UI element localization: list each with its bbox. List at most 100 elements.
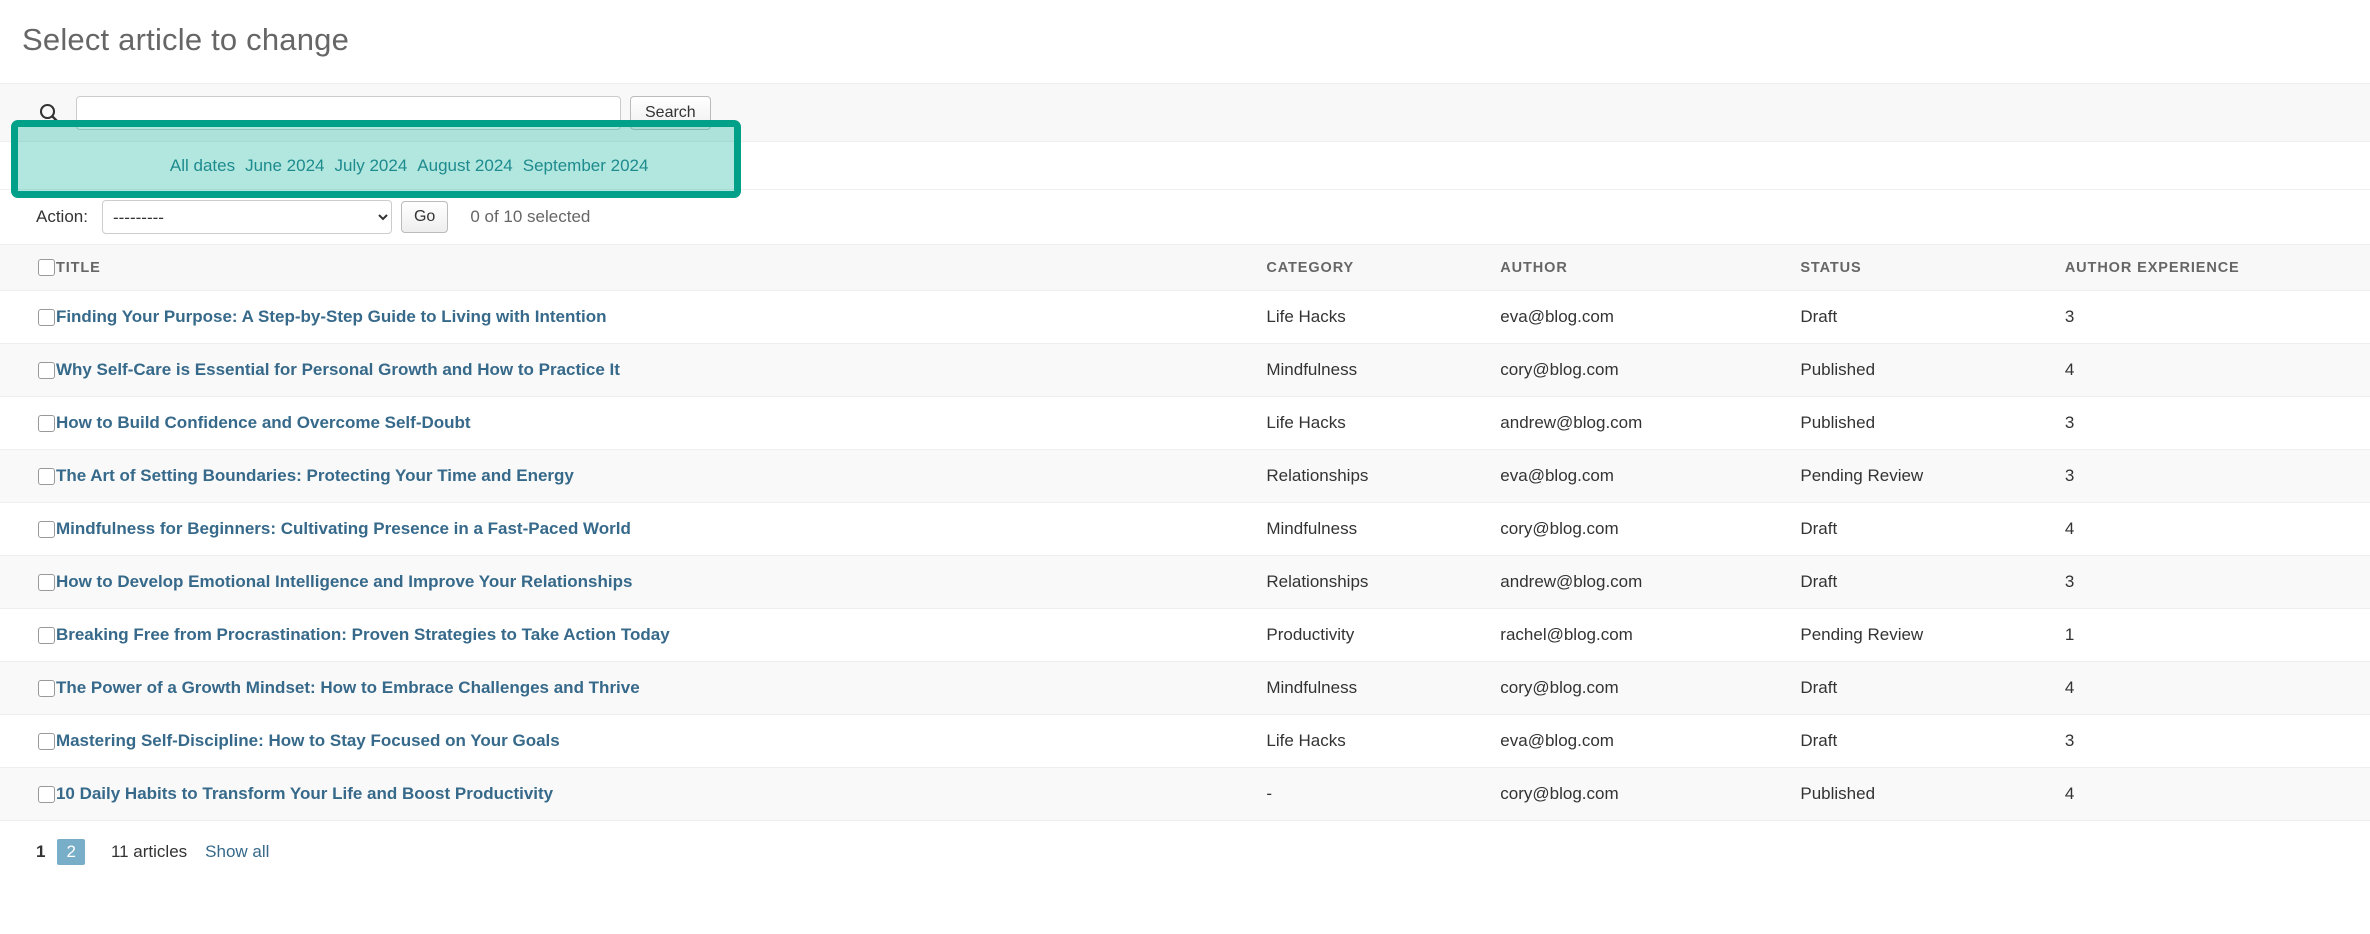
row-status-cell: Pending Review bbox=[1800, 450, 2064, 503]
row-author-cell: cory@blog.com bbox=[1500, 662, 1800, 715]
table-row: Why Self-Care is Essential for Personal … bbox=[0, 344, 2370, 397]
row-checkbox[interactable] bbox=[38, 786, 55, 803]
row-select-cell bbox=[0, 768, 56, 821]
row-title-cell: Mastering Self-Discipline: How to Stay F… bbox=[56, 715, 1266, 768]
row-experience-cell: 3 bbox=[2065, 291, 2370, 344]
row-select-cell bbox=[0, 397, 56, 450]
article-title-link[interactable]: The Art of Setting Boundaries: Protectin… bbox=[56, 466, 574, 485]
row-checkbox[interactable] bbox=[38, 415, 55, 432]
row-checkbox[interactable] bbox=[38, 362, 55, 379]
article-title-link[interactable]: How to Develop Emotional Intelligence an… bbox=[56, 572, 633, 591]
row-checkbox[interactable] bbox=[38, 680, 55, 697]
article-title-link[interactable]: 10 Daily Habits to Transform Your Life a… bbox=[56, 784, 553, 803]
row-experience-cell: 3 bbox=[2065, 450, 2370, 503]
date-filter-july-2024[interactable]: July 2024 bbox=[335, 156, 408, 176]
table-row: Mastering Self-Discipline: How to Stay F… bbox=[0, 715, 2370, 768]
row-select-cell bbox=[0, 503, 56, 556]
row-category-cell: Relationships bbox=[1266, 556, 1500, 609]
row-category-cell: Life Hacks bbox=[1266, 397, 1500, 450]
article-title-link[interactable]: Why Self-Care is Essential for Personal … bbox=[56, 360, 620, 379]
table-row: How to Develop Emotional Intelligence an… bbox=[0, 556, 2370, 609]
row-title-cell: How to Develop Emotional Intelligence an… bbox=[56, 556, 1266, 609]
table-head: TITLE CATEGORY AUTHOR STATUS AUTHOR EXPE… bbox=[0, 245, 2370, 291]
select-all-checkbox[interactable] bbox=[38, 259, 55, 276]
date-filter-all-dates[interactable]: All dates bbox=[170, 156, 235, 176]
article-title-link[interactable]: Mindfulness for Beginners: Cultivating P… bbox=[56, 519, 631, 538]
row-checkbox[interactable] bbox=[38, 627, 55, 644]
search-button[interactable]: Search bbox=[630, 96, 711, 130]
search-icon bbox=[34, 102, 64, 124]
action-bar: Action: --------- Go 0 of 10 selected bbox=[0, 190, 2370, 244]
selection-count: 0 of 10 selected bbox=[470, 207, 590, 227]
row-experience-cell: 3 bbox=[2065, 556, 2370, 609]
row-author-cell: rachel@blog.com bbox=[1500, 609, 1800, 662]
table-row: Breaking Free from Procrastination: Prov… bbox=[0, 609, 2370, 662]
action-select[interactable]: --------- bbox=[102, 200, 392, 234]
article-title-link[interactable]: Mastering Self-Discipline: How to Stay F… bbox=[56, 731, 560, 750]
row-experience-cell: 3 bbox=[2065, 397, 2370, 450]
row-checkbox[interactable] bbox=[38, 574, 55, 591]
row-category-cell: Mindfulness bbox=[1266, 503, 1500, 556]
table-row: How to Build Confidence and Overcome Sel… bbox=[0, 397, 2370, 450]
row-title-cell: How to Build Confidence and Overcome Sel… bbox=[56, 397, 1266, 450]
article-title-link[interactable]: How to Build Confidence and Overcome Sel… bbox=[56, 413, 471, 432]
column-header-category[interactable]: CATEGORY bbox=[1266, 245, 1500, 291]
row-experience-cell: 3 bbox=[2065, 715, 2370, 768]
row-status-cell: Draft bbox=[1800, 503, 2064, 556]
column-header-author[interactable]: AUTHOR bbox=[1500, 245, 1800, 291]
row-title-cell: Finding Your Purpose: A Step-by-Step Gui… bbox=[56, 291, 1266, 344]
date-filter-june-2024[interactable]: June 2024 bbox=[245, 156, 324, 176]
row-checkbox[interactable] bbox=[38, 733, 55, 750]
search-input[interactable] bbox=[76, 96, 621, 130]
row-select-cell bbox=[0, 662, 56, 715]
page-link-1[interactable]: 1 bbox=[36, 842, 45, 862]
row-category-cell: Life Hacks bbox=[1266, 715, 1500, 768]
row-experience-cell: 4 bbox=[2065, 662, 2370, 715]
row-category-cell: Productivity bbox=[1266, 609, 1500, 662]
row-select-cell bbox=[0, 609, 56, 662]
row-status-cell: Published bbox=[1800, 397, 2064, 450]
action-label: Action: bbox=[36, 207, 88, 227]
article-title-link[interactable]: The Power of a Growth Mindset: How to Em… bbox=[56, 678, 640, 697]
row-title-cell: The Art of Setting Boundaries: Protectin… bbox=[56, 450, 1266, 503]
article-title-link[interactable]: Finding Your Purpose: A Step-by-Step Gui… bbox=[56, 307, 607, 326]
date-filter-august-2024[interactable]: August 2024 bbox=[417, 156, 512, 176]
article-title-link[interactable]: Breaking Free from Procrastination: Prov… bbox=[56, 625, 670, 644]
page-title: Select article to change bbox=[0, 0, 2370, 58]
go-button[interactable]: Go bbox=[401, 201, 448, 233]
row-select-cell bbox=[0, 556, 56, 609]
row-checkbox[interactable] bbox=[38, 468, 55, 485]
results-table: TITLE CATEGORY AUTHOR STATUS AUTHOR EXPE… bbox=[0, 244, 2370, 821]
table-row: The Power of a Growth Mindset: How to Em… bbox=[0, 662, 2370, 715]
date-filter-september-2024[interactable]: September 2024 bbox=[523, 156, 649, 176]
row-experience-cell: 4 bbox=[2065, 768, 2370, 821]
column-header-status[interactable]: STATUS bbox=[1800, 245, 2064, 291]
row-author-cell: andrew@blog.com bbox=[1500, 556, 1800, 609]
row-author-cell: eva@blog.com bbox=[1500, 291, 1800, 344]
date-filter-bar: By published date: All dates June 2024 J… bbox=[0, 142, 2370, 190]
article-count: 11 articles bbox=[111, 842, 187, 862]
table-body: Finding Your Purpose: A Step-by-Step Gui… bbox=[0, 291, 2370, 821]
row-title-cell: Breaking Free from Procrastination: Prov… bbox=[56, 609, 1266, 662]
row-category-cell: Life Hacks bbox=[1266, 291, 1500, 344]
row-select-cell bbox=[0, 450, 56, 503]
row-status-cell: Draft bbox=[1800, 291, 2064, 344]
row-author-cell: cory@blog.com bbox=[1500, 768, 1800, 821]
paginator: 1 2 11 articles Show all bbox=[0, 821, 2370, 865]
row-author-cell: cory@blog.com bbox=[1500, 503, 1800, 556]
table-row: 10 Daily Habits to Transform Your Life a… bbox=[0, 768, 2370, 821]
row-status-cell: Published bbox=[1800, 344, 2064, 397]
row-checkbox[interactable] bbox=[38, 309, 55, 326]
column-header-title[interactable]: TITLE bbox=[56, 245, 1266, 291]
column-header-experience[interactable]: AUTHOR EXPERIENCE bbox=[2065, 245, 2370, 291]
row-author-cell: eva@blog.com bbox=[1500, 450, 1800, 503]
row-checkbox[interactable] bbox=[38, 521, 55, 538]
row-title-cell: The Power of a Growth Mindset: How to Em… bbox=[56, 662, 1266, 715]
row-category-cell: Relationships bbox=[1266, 450, 1500, 503]
table-row: Finding Your Purpose: A Step-by-Step Gui… bbox=[0, 291, 2370, 344]
row-status-cell: Pending Review bbox=[1800, 609, 2064, 662]
show-all-link[interactable]: Show all bbox=[205, 842, 269, 862]
row-author-cell: cory@blog.com bbox=[1500, 344, 1800, 397]
row-select-cell bbox=[0, 291, 56, 344]
table-header-row: TITLE CATEGORY AUTHOR STATUS AUTHOR EXPE… bbox=[0, 245, 2370, 291]
